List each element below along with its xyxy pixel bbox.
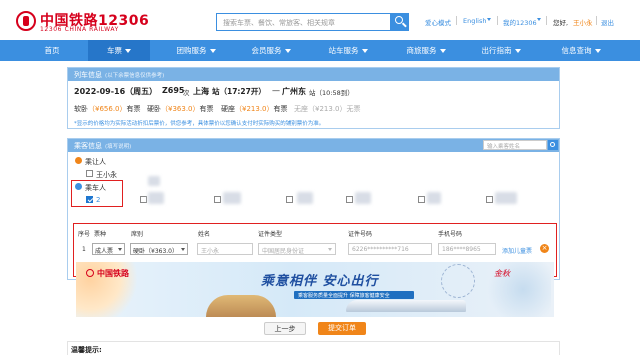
passenger-checkbox[interactable] xyxy=(486,196,493,203)
chevron-down-icon xyxy=(284,49,291,53)
person-icon xyxy=(75,157,82,164)
submit-order-button[interactable]: 提交订单 xyxy=(318,322,366,335)
train-number: Z695 xyxy=(162,86,185,95)
passenger-checkbox[interactable] xyxy=(214,196,221,203)
passenger-name-field[interactable]: 王小永 xyxy=(197,243,253,255)
railway-logo-icon[interactable] xyxy=(16,11,36,31)
care-mode-link[interactable]: 爱心模式 xyxy=(425,17,451,27)
prev-step-button[interactable]: 上一步 xyxy=(264,322,306,335)
passenger-checkbox[interactable] xyxy=(140,196,147,203)
seat-hardsleeper: 硬卧（¥363.0）有票 xyxy=(147,105,214,113)
id-number-field[interactable]: 6226**********716 xyxy=(348,243,432,255)
traveler-checkbox[interactable] xyxy=(86,170,93,177)
chevron-down-icon xyxy=(361,49,368,53)
banner-landscape xyxy=(206,295,276,317)
nav-station-service[interactable]: 站车服务 xyxy=(312,40,384,61)
main-nav: 首页 车票 团购服务 会员服务 站车服务 商旅服务 出行指南 信息查询 xyxy=(0,40,640,61)
highlight-frame xyxy=(71,180,123,207)
passenger-checkbox[interactable] xyxy=(418,196,425,203)
seat-hardseat: 硬座（¥213.0）有票 xyxy=(221,105,288,113)
banner-subtitle: 乘客服务质量全面提升 保障旅客健康安全 xyxy=(298,293,390,299)
bullet-train-graphic xyxy=(346,300,466,312)
nav-member-service[interactable]: 会员服务 xyxy=(235,40,307,61)
traveler-name: 王小永 xyxy=(96,171,117,179)
promo-banner[interactable]: 中国铁路 乘意相伴 安心出行 乘客服务质量全面提升 保障旅客健康安全 金秋 xyxy=(76,262,554,317)
chevron-down-icon xyxy=(487,18,491,21)
chevron-down-icon xyxy=(514,49,521,53)
passenger-checkbox[interactable] xyxy=(286,196,293,203)
chevron-down-icon xyxy=(328,248,332,251)
chevron-down-icon xyxy=(125,49,131,53)
nav-info-query[interactable]: 信息查询 xyxy=(545,40,617,61)
logout-link[interactable]: 退出 xyxy=(601,17,614,27)
search-input[interactable]: 搜索车票、餐饮、常旅客、相关规章 xyxy=(216,13,391,31)
nav-tickets[interactable]: 车票 xyxy=(88,40,150,61)
redacted-name xyxy=(223,192,241,204)
row-index: 1 xyxy=(82,246,86,253)
add-child-ticket-link[interactable]: 添加儿童票 xyxy=(502,246,532,255)
search-button[interactable] xyxy=(391,13,409,31)
redacted-name xyxy=(148,192,164,204)
seat-softsleeper: 软卧（¥656.0）有票 xyxy=(74,105,141,113)
tips-panel: 温馨提示: xyxy=(67,341,560,355)
nav-home[interactable]: 首页 xyxy=(22,40,82,61)
search-icon xyxy=(550,142,555,147)
chevron-down-icon xyxy=(439,49,446,53)
site-header: 中国铁路12306 12306 CHINA RAILWAY 搜索车票、餐饮、常旅… xyxy=(0,0,640,40)
passenger-search-input[interactable]: 输入乘客姓名 xyxy=(483,140,547,150)
redacted-name xyxy=(148,176,160,186)
traveler-label: 乘让人 xyxy=(85,158,106,166)
redacted-name xyxy=(355,192,371,204)
passenger-panel: 乘客信息 (填写说明) 输入乘客姓名 乘让人 王小永 乘车人 2 序号 票种 席别… xyxy=(67,138,560,280)
chevron-down-icon xyxy=(209,49,216,53)
banner-stamp-text: 金秋 xyxy=(494,269,510,278)
tips-title: 温馨提示: xyxy=(71,346,102,354)
train-info-header: 列车信息 (以下余票信息仅供参考) xyxy=(68,68,559,81)
greeting: 您好, xyxy=(553,19,569,27)
user-name-link[interactable]: 王小永 xyxy=(573,17,593,27)
chevron-down-icon xyxy=(118,248,122,251)
my-12306-link[interactable]: 我的12306 xyxy=(503,17,537,27)
passenger-checkbox[interactable] xyxy=(346,196,353,203)
banner-brand: 中国铁路 xyxy=(97,269,129,278)
nav-travel-guide[interactable]: 出行指南 xyxy=(465,40,537,61)
search-icon xyxy=(395,16,403,24)
phone-field[interactable]: 186****8965 xyxy=(438,243,496,255)
train-info-panel: 列车信息 (以下余票信息仅供参考) 2022-09-16（周五） Z695 次 上… xyxy=(67,67,560,129)
id-type-select[interactable]: 中国居民身份证 xyxy=(258,243,336,255)
remove-row-icon[interactable]: × xyxy=(540,244,549,253)
railway-logo-icon xyxy=(86,269,94,277)
nav-business-service[interactable]: 商旅服务 xyxy=(390,40,462,61)
travel-date: 2022-09-16（周五） xyxy=(74,87,158,96)
chevron-down-icon xyxy=(181,248,185,251)
banner-stamp-ring xyxy=(441,264,475,298)
banner-right-decoration xyxy=(481,262,551,317)
price-note: *显示的价格均为实际活动折扣后票价，供您参考，具体票价以您确认支付时实际购买的铺… xyxy=(74,121,325,127)
departure-station: 上海 xyxy=(193,87,209,96)
arrival-station: 广州东 xyxy=(282,87,306,96)
seat-type-select[interactable]: 硬卧（¥363.0） xyxy=(130,243,188,255)
chevron-down-icon xyxy=(594,49,601,53)
redacted-name xyxy=(297,192,313,204)
nav-group-service[interactable]: 团购服务 xyxy=(160,40,232,61)
passenger-search-button[interactable] xyxy=(548,140,558,150)
logo-subtitle: 12306 CHINA RAILWAY xyxy=(40,26,119,33)
redacted-name xyxy=(427,192,441,204)
redacted-name xyxy=(495,192,517,204)
ticket-type-select[interactable]: 成人票 xyxy=(92,243,125,255)
banner-slogan: 乘意相伴 安心出行 xyxy=(261,274,379,289)
chevron-down-icon xyxy=(537,18,541,21)
seat-standing: 无座（¥213.0）无票 xyxy=(294,105,361,113)
english-link[interactable]: English xyxy=(463,17,486,25)
